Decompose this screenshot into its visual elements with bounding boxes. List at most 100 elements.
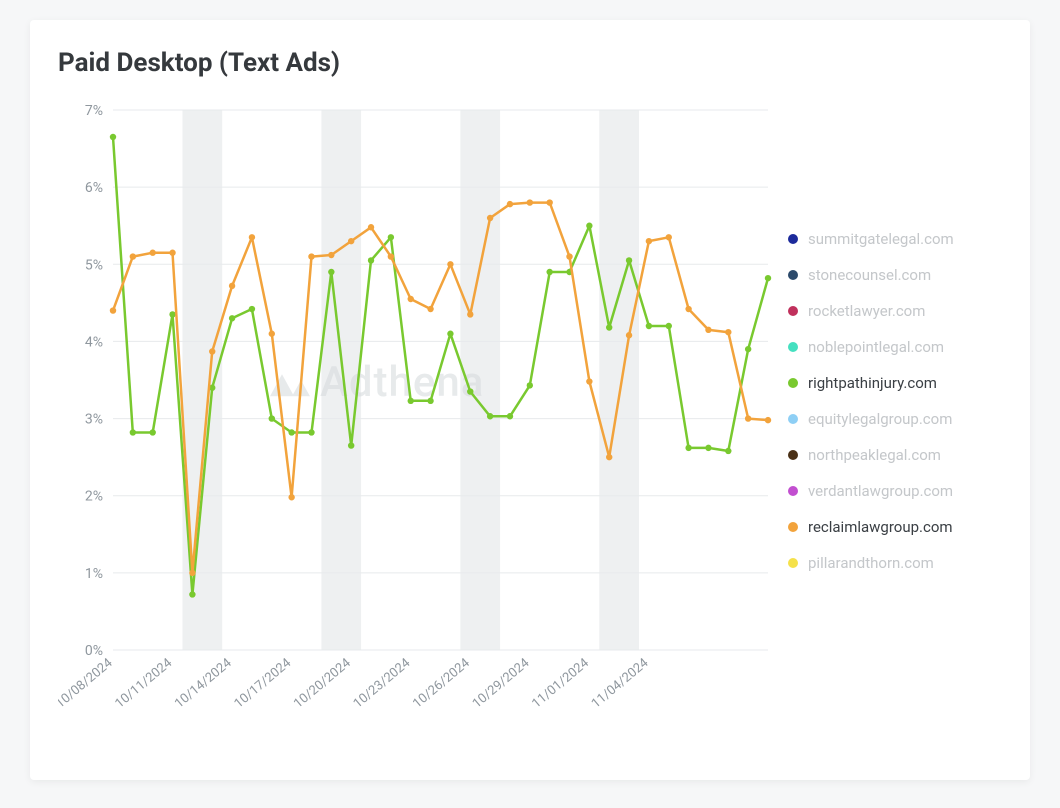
data-point[interactable] <box>586 378 592 384</box>
data-point[interactable] <box>308 253 314 259</box>
data-point[interactable] <box>467 388 473 394</box>
data-point[interactable] <box>149 429 155 435</box>
data-point[interactable] <box>467 311 473 317</box>
x-tick: 10/08/2024 <box>58 655 116 711</box>
data-point[interactable] <box>308 429 314 435</box>
data-point[interactable] <box>685 306 691 312</box>
legend-label: summitgatelegal.com <box>808 230 954 248</box>
legend-item[interactable]: pillarandthorn.com <box>788 554 998 572</box>
legend-label: rightpathinjury.com <box>808 374 937 392</box>
x-tick-label: 10/26/2024 <box>410 655 473 711</box>
y-tick-label: 2% <box>85 489 103 505</box>
x-tick: 10/17/2024 <box>232 655 295 711</box>
data-point[interactable] <box>705 327 711 333</box>
x-tick-label: 10/23/2024 <box>351 655 414 711</box>
data-point[interactable] <box>288 429 294 435</box>
legend-swatch <box>788 306 798 316</box>
legend-item[interactable]: summitgatelegal.com <box>788 230 998 248</box>
data-point[interactable] <box>666 234 672 240</box>
data-point[interactable] <box>745 346 751 352</box>
data-point[interactable] <box>765 275 771 281</box>
data-point[interactable] <box>765 417 771 423</box>
data-point[interactable] <box>388 253 394 259</box>
chart-area: Adthena0%1%2%3%4%5%6%7%10/08/202410/11/2… <box>58 100 998 760</box>
data-point[interactable] <box>606 454 612 460</box>
data-point[interactable] <box>169 311 175 317</box>
data-point[interactable] <box>130 429 136 435</box>
x-tick: 11/04/2024 <box>589 655 652 711</box>
data-point[interactable] <box>527 199 533 205</box>
legend-item[interactable]: stonecounsel.com <box>788 266 998 284</box>
data-point[interactable] <box>229 283 235 289</box>
data-point[interactable] <box>626 332 632 338</box>
data-point[interactable] <box>269 415 275 421</box>
data-point[interactable] <box>447 331 453 337</box>
data-point[interactable] <box>725 329 731 335</box>
data-point[interactable] <box>408 398 414 404</box>
data-point[interactable] <box>388 234 394 240</box>
legend-label: rocketlawyer.com <box>808 302 925 320</box>
x-tick-label: 11/01/2024 <box>529 655 592 711</box>
data-point[interactable] <box>288 494 294 500</box>
data-point[interactable] <box>447 261 453 267</box>
data-point[interactable] <box>189 591 195 597</box>
data-point[interactable] <box>328 252 334 258</box>
data-point[interactable] <box>566 253 572 259</box>
data-point[interactable] <box>229 315 235 321</box>
data-point[interactable] <box>249 306 255 312</box>
data-point[interactable] <box>249 234 255 240</box>
chart-title: Paid Desktop (Text Ads) <box>58 48 340 78</box>
data-point[interactable] <box>408 296 414 302</box>
data-point[interactable] <box>507 201 513 207</box>
data-point[interactable] <box>427 398 433 404</box>
data-point[interactable] <box>507 413 513 419</box>
legend-item[interactable]: northpeaklegal.com <box>788 446 998 464</box>
x-tick: 10/23/2024 <box>351 655 414 711</box>
x-tick-label: 10/17/2024 <box>232 655 295 711</box>
data-point[interactable] <box>368 224 374 230</box>
legend-swatch <box>788 342 798 352</box>
data-point[interactable] <box>487 413 493 419</box>
data-point[interactable] <box>527 382 533 388</box>
legend-item[interactable]: noblepointlegal.com <box>788 338 998 356</box>
data-point[interactable] <box>705 445 711 451</box>
legend-item[interactable]: equitylegalgroup.com <box>788 410 998 428</box>
x-tick: 10/20/2024 <box>291 655 354 711</box>
y-tick-label: 0% <box>85 643 103 659</box>
data-point[interactable] <box>745 415 751 421</box>
data-point[interactable] <box>209 348 215 354</box>
legend-swatch <box>788 522 798 532</box>
data-point[interactable] <box>110 134 116 140</box>
chart-card: Paid Desktop (Text Ads) Adthena0%1%2%3%4… <box>30 20 1030 780</box>
data-point[interactable] <box>546 199 552 205</box>
data-point[interactable] <box>606 324 612 330</box>
legend-label: reclaimlawgroup.com <box>808 518 953 536</box>
data-point[interactable] <box>368 257 374 263</box>
data-point[interactable] <box>427 306 433 312</box>
x-tick: 10/29/2024 <box>470 655 533 711</box>
data-point[interactable] <box>130 253 136 259</box>
legend-item[interactable]: reclaimlawgroup.com <box>788 518 998 536</box>
data-point[interactable] <box>189 570 195 576</box>
data-point[interactable] <box>348 238 354 244</box>
data-point[interactable] <box>487 215 493 221</box>
data-point[interactable] <box>666 323 672 329</box>
legend-item[interactable]: rocketlawyer.com <box>788 302 998 320</box>
data-point[interactable] <box>348 442 354 448</box>
data-point[interactable] <box>685 445 691 451</box>
data-point[interactable] <box>646 238 652 244</box>
data-point[interactable] <box>725 448 731 454</box>
data-point[interactable] <box>269 331 275 337</box>
y-tick-label: 4% <box>85 334 103 350</box>
data-point[interactable] <box>110 307 116 313</box>
data-point[interactable] <box>169 250 175 256</box>
data-point[interactable] <box>586 223 592 229</box>
legend-swatch <box>788 270 798 280</box>
legend-item[interactable]: rightpathinjury.com <box>788 374 998 392</box>
data-point[interactable] <box>626 257 632 263</box>
legend-item[interactable]: verdantlawgroup.com <box>788 482 998 500</box>
data-point[interactable] <box>546 269 552 275</box>
data-point[interactable] <box>328 269 334 275</box>
data-point[interactable] <box>149 250 155 256</box>
data-point[interactable] <box>646 323 652 329</box>
